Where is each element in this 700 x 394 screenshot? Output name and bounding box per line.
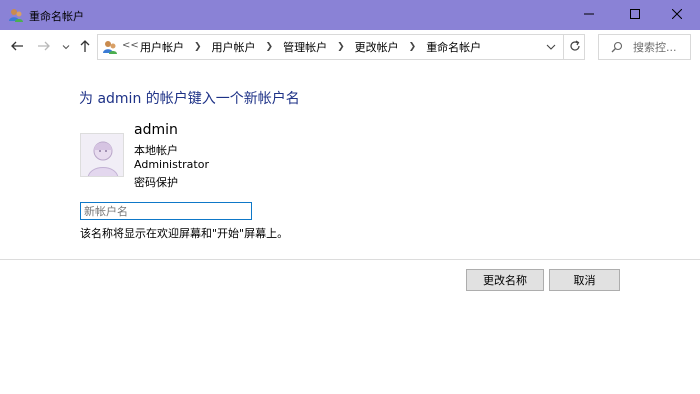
minimize-button[interactable] [566, 0, 612, 30]
window-title: 重命名帐户 [29, 10, 84, 23]
user-accounts-icon [102, 39, 118, 55]
name-display-note: 该名称将显示在欢迎屏幕和"开始"屏幕上。 [80, 227, 289, 240]
password-status: 密码保护 [134, 176, 178, 189]
close-icon [671, 8, 683, 22]
arrow-up-icon [78, 39, 92, 56]
page-title: 为 admin 的帐户键入一个新帐户名 [79, 91, 300, 107]
breadcrumb-item[interactable]: 用户帐户 [138, 39, 186, 55]
search-icon [611, 41, 623, 53]
address-bar[interactable]: << 用户帐户 ❯ 用户帐户 ❯ 管理帐户 ❯ 更改帐户 ❯ 重命名帐户 [97, 34, 585, 60]
breadcrumb-separator-icon[interactable]: ❯ [186, 42, 210, 52]
minimize-icon [584, 9, 594, 22]
breadcrumb-item[interactable]: 管理帐户 [281, 39, 329, 55]
new-account-name-input[interactable] [80, 202, 252, 220]
breadcrumb-item[interactable]: 用户帐户 [210, 39, 258, 55]
breadcrumb-separator-icon[interactable]: ❯ [258, 42, 282, 52]
breadcrumb-separator-icon[interactable]: ❯ [401, 42, 425, 52]
breadcrumb-separator-icon[interactable]: ❯ [329, 42, 353, 52]
maximize-button[interactable] [612, 0, 658, 30]
divider [0, 259, 700, 260]
address-dropdown-button[interactable] [546, 42, 556, 52]
chevron-down-icon [62, 41, 70, 54]
avatar [80, 133, 124, 177]
user-accounts-icon [8, 7, 24, 23]
account-name: admin [134, 122, 178, 138]
title-bar: 重命名帐户 [0, 0, 700, 30]
up-button[interactable] [77, 39, 93, 55]
refresh-button[interactable] [563, 35, 585, 59]
account-group: Administrator [134, 158, 209, 171]
search-input[interactable] [633, 39, 689, 55]
arrow-left-icon [10, 39, 24, 56]
breadcrumb-item[interactable]: 更改帐户 [353, 39, 401, 55]
navigation-bar: << 用户帐户 ❯ 用户帐户 ❯ 管理帐户 ❯ 更改帐户 ❯ 重命名帐户 [0, 30, 700, 65]
arrow-right-icon [37, 39, 51, 56]
recent-locations-button[interactable] [60, 39, 72, 55]
account-type: 本地帐户 [134, 144, 178, 157]
close-button[interactable] [654, 0, 700, 30]
cancel-button[interactable]: 取消 [549, 269, 620, 291]
forward-button[interactable] [36, 39, 52, 55]
breadcrumb: 用户帐户 ❯ 用户帐户 ❯ 管理帐户 ❯ 更改帐户 ❯ 重命名帐户 [138, 35, 483, 59]
chevron-down-icon [546, 44, 556, 50]
breadcrumb-overflow-button[interactable]: << [122, 40, 139, 51]
maximize-icon [630, 8, 640, 22]
search-box[interactable] [598, 34, 691, 60]
change-name-button[interactable]: 更改名称 [466, 269, 544, 291]
breadcrumb-item-current[interactable]: 重命名帐户 [424, 39, 483, 55]
back-button[interactable] [9, 39, 25, 55]
refresh-icon [569, 39, 581, 55]
